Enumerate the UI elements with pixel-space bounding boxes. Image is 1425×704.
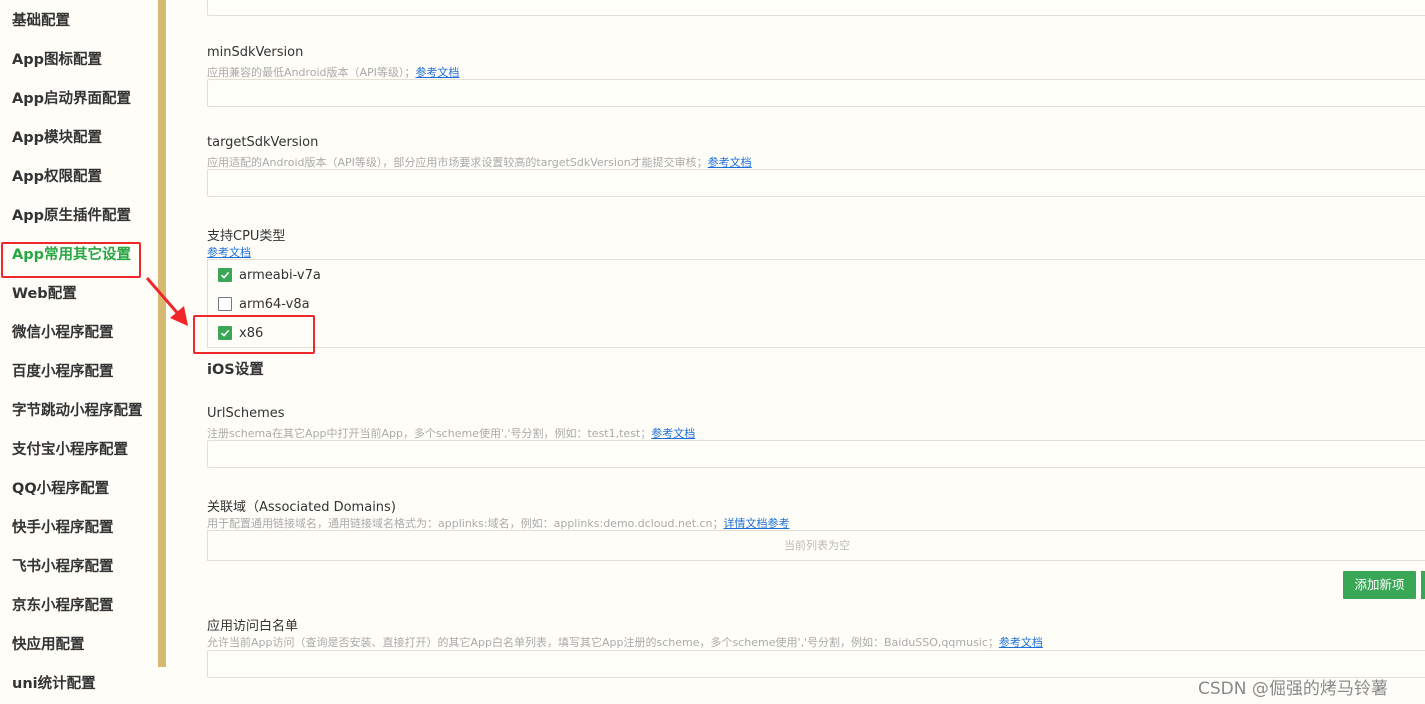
sidebar-scrollbar[interactable]: [158, 0, 166, 667]
url-schemes-label: UrlSchemes: [207, 406, 285, 421]
whitelist-doc-link[interactable]: 参考文档: [999, 636, 1043, 649]
target-sdk-input[interactable]: [207, 169, 1425, 197]
checkbox-checked-icon[interactable]: [218, 326, 232, 340]
sidebar-item-qq-mp[interactable]: QQ小程序配置: [0, 470, 158, 509]
previous-field-input[interactable]: [207, 0, 1425, 16]
add-new-item-button[interactable]: 添加新项: [1343, 571, 1416, 599]
cpu-type-label: 支持CPU类型: [207, 229, 286, 244]
whitelist-desc-text: 允许当前App访问（查询是否安装、直接打开）的其它App白名单列表，填写其它Ap…: [207, 636, 999, 649]
target-sdk-label: targetSdkVersion: [207, 135, 319, 150]
secondary-button[interactable]: [1421, 571, 1425, 599]
sidebar-item-uni-stat[interactable]: uni统计配置: [0, 665, 158, 704]
url-schemes-desc: 注册schema在其它App中打开当前App，多个scheme使用','号分割，…: [207, 425, 695, 441]
ios-section-title: iOS设置: [207, 362, 264, 378]
associated-domains-desc: 用于配置通用链接域名，通用链接域名格式为：applinks:域名，例如：appl…: [207, 515, 790, 531]
settings-panel: minSdkVersion 应用兼容的最低Android版本（API等级）；参考…: [166, 0, 1425, 704]
cpu-option-x86[interactable]: x86: [218, 322, 263, 344]
min-sdk-desc-text: 应用兼容的最低Android版本（API等级）；: [207, 66, 416, 79]
cpu-type-list: armeabi-v7a arm64-v8a x86: [207, 259, 1425, 348]
sidebar-item-basic[interactable]: 基础配置: [0, 2, 158, 41]
sidebar-item-app-modules[interactable]: App模块配置: [0, 119, 158, 158]
sidebar-item-web[interactable]: Web配置: [0, 275, 158, 314]
watermark: CSDN @倔强的烤马铃薯: [1198, 679, 1388, 699]
checkbox-unchecked-icon[interactable]: [218, 297, 232, 311]
min-sdk-desc: 应用兼容的最低Android版本（API等级）；参考文档: [207, 64, 459, 80]
sidebar-item-app-splash[interactable]: App启动界面配置: [0, 80, 158, 119]
url-schemes-doc-link[interactable]: 参考文档: [651, 427, 695, 440]
cpu-type-desc: 参考文档: [207, 244, 251, 260]
sidebar-item-quickapp[interactable]: 快应用配置: [0, 626, 158, 665]
sidebar: 基础配置 App图标配置 App启动界面配置 App模块配置 App权限配置 A…: [0, 0, 158, 704]
sidebar-item-baidu-mp[interactable]: 百度小程序配置: [0, 353, 158, 392]
checkbox-checked-icon[interactable]: [218, 268, 232, 282]
sidebar-item-alipay-mp[interactable]: 支付宝小程序配置: [0, 431, 158, 470]
associated-domains-label: 关联域（Associated Domains): [207, 500, 396, 515]
sidebar-item-app-permissions[interactable]: App权限配置: [0, 158, 158, 197]
min-sdk-input[interactable]: [207, 79, 1425, 107]
cpu-doc-link[interactable]: 参考文档: [207, 246, 251, 259]
target-sdk-doc-link[interactable]: 参考文档: [708, 156, 752, 169]
associated-domains-list: 当前列表为空: [207, 530, 1425, 561]
target-sdk-desc: 应用适配的Android版本（API等级），部分应用市场要求设置较高的targe…: [207, 154, 752, 170]
cpu-option-label: arm64-v8a: [239, 296, 310, 312]
url-schemes-input[interactable]: [207, 440, 1425, 468]
empty-list-text: 当前列表为空: [784, 539, 850, 552]
associated-domains-doc-link[interactable]: 详情文档参考: [724, 517, 790, 530]
sidebar-item-weixin-mp[interactable]: 微信小程序配置: [0, 314, 158, 353]
whitelist-desc: 允许当前App访问（查询是否安装、直接打开）的其它App白名单列表，填写其它Ap…: [207, 634, 1043, 650]
cpu-option-arm64-v8a[interactable]: arm64-v8a: [218, 293, 310, 315]
sidebar-item-jd-mp[interactable]: 京东小程序配置: [0, 587, 158, 626]
sidebar-item-app-icon[interactable]: App图标配置: [0, 41, 158, 80]
min-sdk-label: minSdkVersion: [207, 45, 304, 60]
min-sdk-doc-link[interactable]: 参考文档: [415, 66, 459, 79]
sidebar-item-kuaishou-mp[interactable]: 快手小程序配置: [0, 509, 158, 548]
sidebar-item-app-native-plugins[interactable]: App原生插件配置: [0, 197, 158, 236]
cpu-option-label: x86: [239, 325, 264, 341]
url-schemes-desc-text: 注册schema在其它App中打开当前App，多个scheme使用','号分割，…: [207, 427, 652, 440]
sidebar-item-toutiao-mp[interactable]: 字节跳动小程序配置: [0, 392, 158, 431]
whitelist-label: 应用访问白名单: [207, 619, 299, 634]
associated-domains-desc-text: 用于配置通用链接域名，通用链接域名格式为：applinks:域名，例如：appl…: [207, 517, 724, 530]
sidebar-item-app-other-settings[interactable]: App常用其它设置: [0, 236, 158, 275]
target-sdk-desc-text: 应用适配的Android版本（API等级），部分应用市场要求设置较高的targe…: [207, 156, 708, 169]
cpu-option-armeabi-v7a[interactable]: armeabi-v7a: [218, 264, 321, 286]
cpu-option-label: armeabi-v7a: [239, 267, 321, 283]
sidebar-item-feishu-mp[interactable]: 飞书小程序配置: [0, 548, 158, 587]
